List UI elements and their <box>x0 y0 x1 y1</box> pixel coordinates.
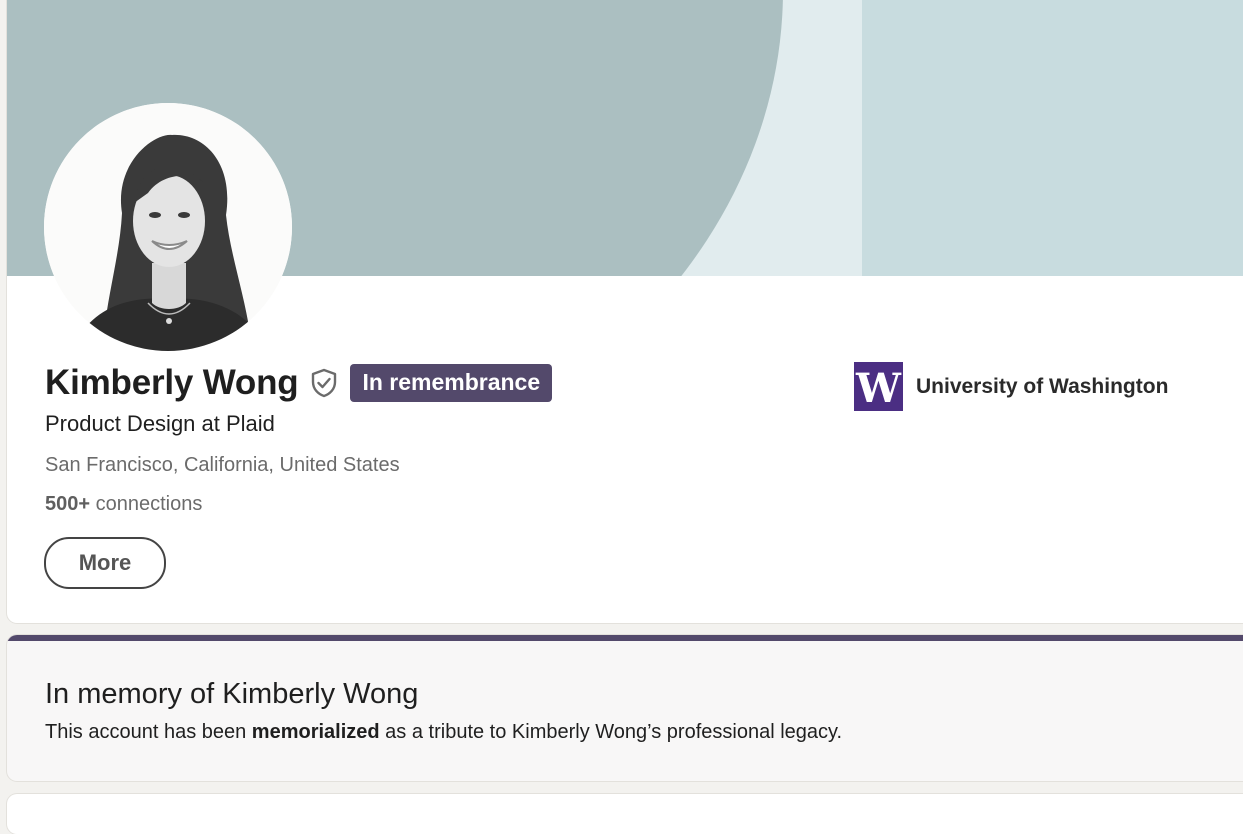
profile-headline: Product Design at Plaid <box>45 411 275 436</box>
university-logo: W <box>854 362 903 411</box>
profile-name: Kimberly Wong <box>45 363 299 402</box>
next-section-card <box>7 794 1243 834</box>
education-link[interactable]: W University of Washington <box>854 362 1168 411</box>
shield-check-icon[interactable] <box>308 367 340 399</box>
memorial-body-bold: memorialized <box>251 721 380 743</box>
remembrance-badge: In remembrance <box>350 364 553 402</box>
university-name: University of Washington <box>916 374 1169 398</box>
connections-link[interactable]: 500+ connections <box>45 493 202 516</box>
banner-panel <box>862 0 1243 276</box>
memorial-title: In memory of Kimberly Wong <box>45 678 419 710</box>
connections-label: connections <box>90 493 203 515</box>
profile-card: Kimberly Wong In remembrance Product Des… <box>7 0 1243 623</box>
avatar[interactable] <box>44 103 292 351</box>
memorial-body-suffix: as a tribute to Kimberly Wong’s professi… <box>379 721 843 743</box>
memorial-body-prefix: This account has been <box>45 721 252 743</box>
profile-location: San Francisco, California, United States <box>45 454 400 476</box>
memorial-card: In memory of Kimberly Wong This account … <box>7 635 1243 781</box>
name-row: Kimberly Wong In remembrance <box>45 363 553 403</box>
avatar-photo <box>44 103 292 351</box>
connections-count: 500+ <box>45 493 91 515</box>
memorial-accent-bar <box>7 635 1243 641</box>
memorial-body: This account has been memorialized as a … <box>45 721 842 744</box>
more-button[interactable]: More <box>44 537 166 589</box>
university-logo-letter: W <box>856 364 901 412</box>
